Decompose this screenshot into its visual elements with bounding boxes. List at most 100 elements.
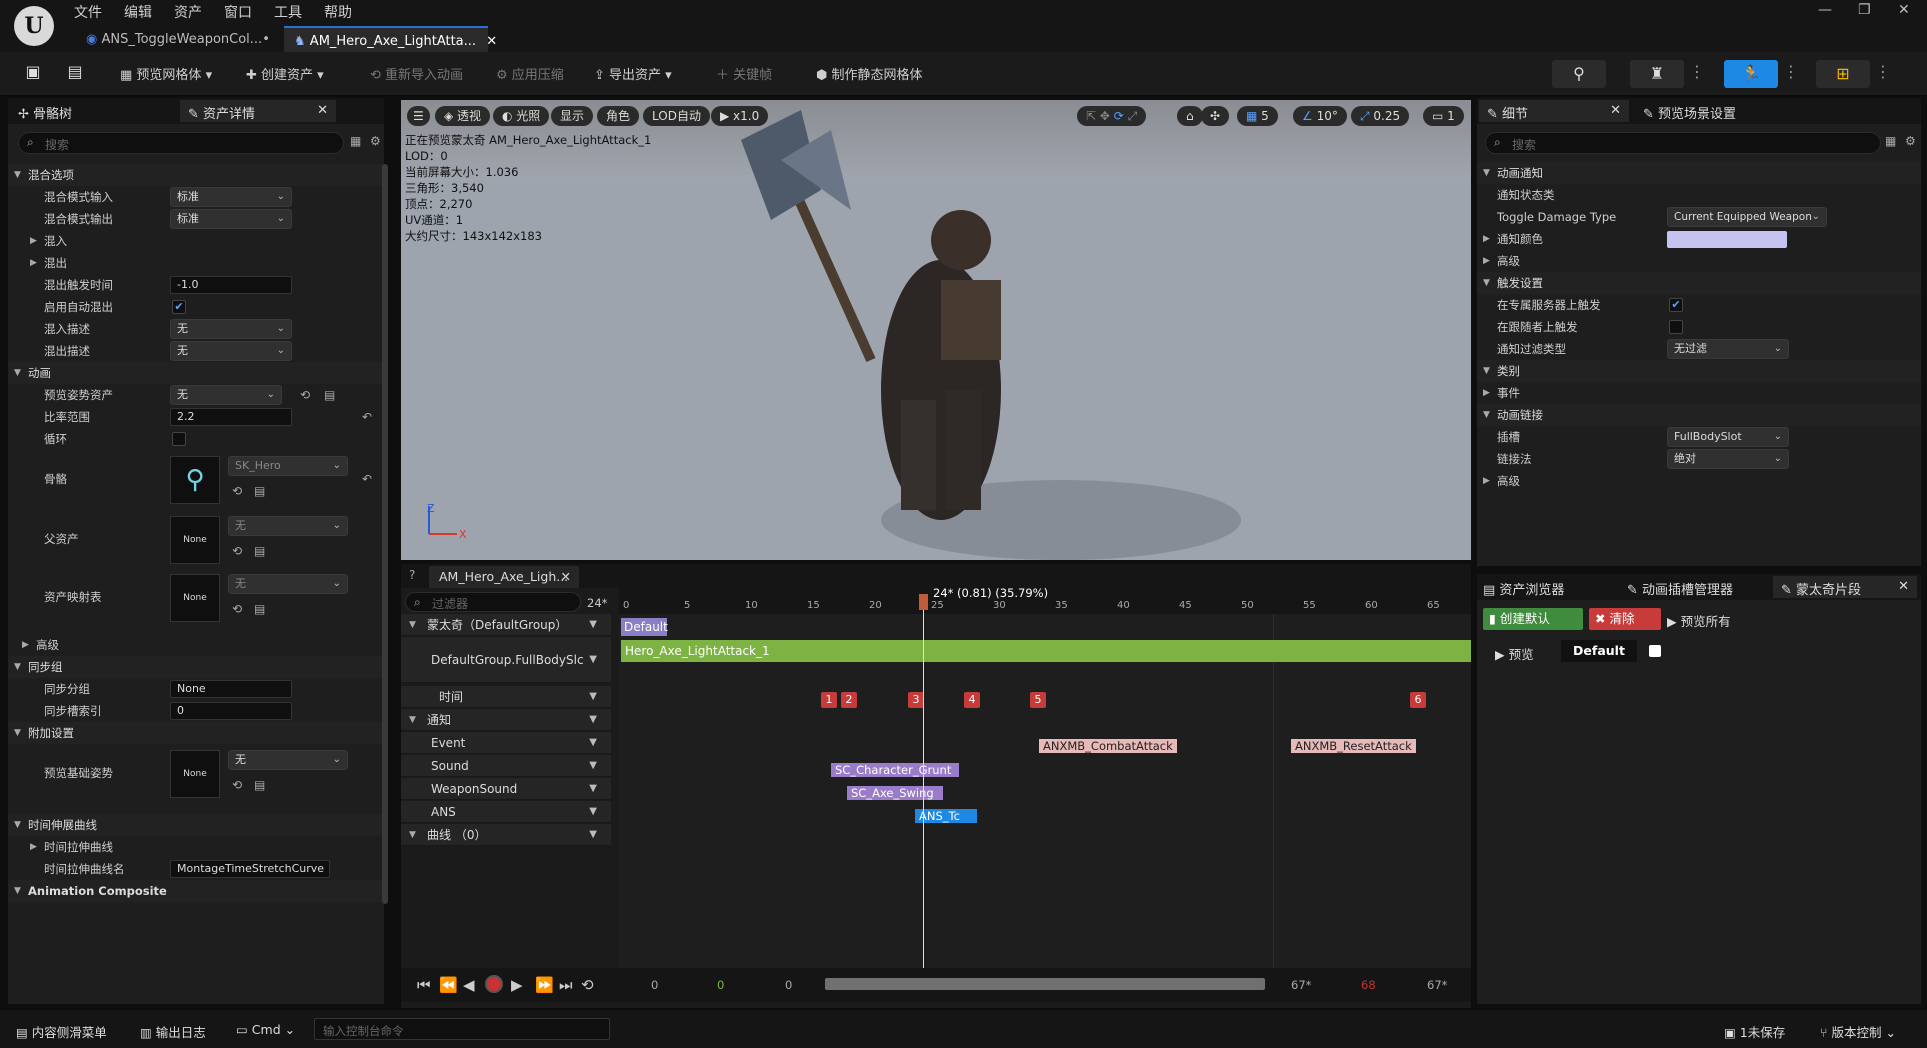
- track-montage[interactable]: ▼ 蒙太奇（DefaultGroup） ▼: [401, 614, 611, 636]
- notify-reset-attack[interactable]: ANXMB_ResetAttack: [1291, 739, 1416, 753]
- table-view-icon[interactable]: ▦: [1885, 134, 1896, 148]
- console-input[interactable]: 输入控制台命令: [314, 1018, 610, 1040]
- tab-montage[interactable]: ♞ AM_Hero_Axe_LightAtta... ✕: [284, 26, 497, 52]
- mesh-mode-button[interactable]: ♜: [1630, 60, 1684, 88]
- camera-speed-button[interactable]: ▭ 1: [1423, 106, 1464, 126]
- playback-speed-button[interactable]: ▶ x1.0: [711, 106, 769, 126]
- menu-tools[interactable]: 工具: [274, 2, 302, 21]
- track-event[interactable]: Event ▼: [401, 732, 611, 754]
- animation-mode-options-icon[interactable]: ⋮: [1780, 62, 1802, 84]
- table-view-icon[interactable]: ▦: [350, 134, 361, 148]
- grid-snap-button[interactable]: ▦ 5: [1237, 106, 1278, 126]
- minimize-icon[interactable]: —: [1818, 2, 1832, 18]
- skeleton-thumbnail[interactable]: ⚲: [170, 456, 220, 504]
- export-asset-button[interactable]: ⇪ 导出资产 ▾: [594, 64, 672, 83]
- row-notify-color[interactable]: ▶ 通知颜色: [1477, 228, 1921, 250]
- create-asset-button[interactable]: ✚ 创建资产 ▾: [246, 64, 324, 83]
- tab-asset-details[interactable]: ✎ 资产详情 ✕: [180, 100, 336, 122]
- mesh-mode-options-icon[interactable]: ⋮: [1686, 62, 1708, 84]
- cmd-select[interactable]: ▭ Cmd ⌄: [236, 1022, 295, 1037]
- unreal-logo[interactable]: U: [14, 6, 54, 46]
- browse-asset-icon[interactable]: ▤: [254, 480, 265, 502]
- time-marker[interactable]: 5: [1030, 692, 1046, 708]
- damage-type-select[interactable]: Current Equipped Weapon ⌄: [1667, 207, 1827, 227]
- browse-asset-icon[interactable]: ▤: [254, 774, 265, 796]
- time-marker[interactable]: 4: [964, 692, 980, 708]
- close-tab-icon[interactable]: ✕: [561, 569, 571, 584]
- base-pose-thumbnail[interactable]: None: [170, 750, 220, 798]
- goto-start-icon[interactable]: ⏮: [417, 976, 431, 994]
- blueprint-mode-button[interactable]: ⊞: [1816, 60, 1870, 88]
- timeline-scroll-thumb[interactable]: [825, 978, 1265, 990]
- settings-icon[interactable]: ⚙: [1905, 134, 1916, 148]
- tab-asset-browser[interactable]: ▤ 资产浏览器: [1483, 579, 1564, 598]
- use-selected-icon[interactable]: ⟲: [232, 540, 242, 562]
- unsaved-button[interactable]: ▣ 1未保存: [1724, 1022, 1785, 1041]
- playhead-handle[interactable]: [919, 594, 928, 610]
- notify-color-swatch[interactable]: [1667, 231, 1787, 248]
- close-tab-icon[interactable]: ✕: [1610, 103, 1621, 118]
- lod-button[interactable]: LOD自动: [643, 106, 710, 126]
- browse-asset-icon[interactable]: ▤: [324, 384, 335, 406]
- menu-window[interactable]: 窗口: [224, 2, 252, 21]
- preview-button[interactable]: ▶ 预览: [1495, 644, 1534, 663]
- tab-details[interactable]: ✎ 细节 ✕: [1479, 100, 1629, 122]
- notify-ans[interactable]: ANS_Tc: [915, 809, 977, 823]
- filter-type-select[interactable]: 无过滤 ⌄: [1667, 339, 1789, 359]
- row-event[interactable]: ▶ 事件: [1477, 382, 1921, 404]
- category-sync-group[interactable]: ▼ 同步组: [8, 656, 384, 678]
- tab-montage-sections[interactable]: ✎ 蒙太奇片段 ✕: [1773, 576, 1917, 598]
- blend-out-trigger-input[interactable]: -1.0: [170, 276, 292, 294]
- timeline-scrollbar[interactable]: [825, 978, 1265, 990]
- lit-button[interactable]: ◐ 光照: [493, 106, 550, 126]
- scrollbar[interactable]: [382, 164, 388, 904]
- settings-icon[interactable]: ⚙: [370, 134, 381, 148]
- track-area[interactable]: [619, 614, 1471, 994]
- restore-icon[interactable]: ❐: [1858, 2, 1871, 18]
- category-anim-notify[interactable]: ▼ 动画通知: [1477, 162, 1921, 184]
- asset-details-search[interactable]: ⌕ 搜索: [18, 132, 344, 154]
- play-end-label[interactable]: 68: [1361, 978, 1376, 992]
- section-default-button[interactable]: Default: [1561, 640, 1637, 662]
- category-animation-composite[interactable]: ▼ Animation Composite: [8, 880, 384, 902]
- source-control-button[interactable]: ⑂ 版本控制 ⌄: [1820, 1022, 1896, 1041]
- notify-combat-attack[interactable]: ANXMB_CombatAttack: [1039, 739, 1177, 753]
- help-icon[interactable]: ?: [409, 568, 415, 582]
- loop-checkbox[interactable]: [172, 432, 186, 446]
- playhead-line[interactable]: [923, 594, 924, 968]
- tab-slot-manager[interactable]: ✎ 动画插槽管理器: [1627, 579, 1733, 598]
- slot-select[interactable]: FullBodySlot ⌄: [1667, 427, 1789, 447]
- link-method-select[interactable]: 绝对 ⌄: [1667, 449, 1789, 469]
- perspective-button[interactable]: ◈ 透视: [435, 106, 491, 126]
- close-tab-icon[interactable]: ✕: [317, 103, 328, 118]
- parent-asset-thumbnail[interactable]: None: [170, 516, 220, 564]
- asset-mapping-select[interactable]: 无 ⌄: [228, 574, 348, 594]
- create-default-button[interactable]: ▮ 创建默认: [1483, 608, 1583, 630]
- viewport-menu-button[interactable]: ☰: [407, 106, 430, 126]
- follower-checkbox[interactable]: [1669, 320, 1683, 334]
- goto-end-icon[interactable]: ⏭: [559, 976, 573, 994]
- record-icon[interactable]: [485, 975, 503, 993]
- skeleton-select[interactable]: SK_Hero ⌄: [228, 456, 348, 476]
- blend-in-desc-select[interactable]: 无 ⌄: [170, 319, 292, 339]
- view-start-label[interactable]: 0: [651, 978, 658, 992]
- step-forward-icon[interactable]: ⏩: [535, 976, 554, 994]
- preview-pose-select[interactable]: 无 ⌄: [170, 385, 282, 405]
- section-link-checkbox[interactable]: [1649, 645, 1661, 657]
- category-anim-link[interactable]: ▼ 动画链接: [1477, 404, 1921, 426]
- range-end-label[interactable]: 67*: [1291, 978, 1311, 992]
- menu-help[interactable]: 帮助: [324, 2, 352, 21]
- rate-scale-input[interactable]: 2.2: [170, 408, 292, 426]
- reimport-button[interactable]: ⟲ 重新导入动画: [370, 64, 463, 83]
- close-window-icon[interactable]: ✕: [1898, 2, 1910, 18]
- reset-icon[interactable]: ↶: [362, 468, 372, 490]
- sync-slot-input[interactable]: 0: [170, 702, 292, 720]
- menu-edit[interactable]: 编辑: [124, 2, 152, 21]
- close-tab-icon[interactable]: ✕: [486, 34, 497, 49]
- play-icon[interactable]: ▶: [511, 976, 523, 994]
- loop-icon[interactable]: ⟲: [581, 976, 594, 994]
- transform-tools[interactable]: ⇱ ✥ ⟳ ⤢: [1077, 106, 1147, 126]
- timeline-filter[interactable]: ⌕ 过滤器: [405, 592, 581, 612]
- time-marker[interactable]: 1: [821, 692, 837, 708]
- step-back-icon[interactable]: ⏪: [439, 976, 458, 994]
